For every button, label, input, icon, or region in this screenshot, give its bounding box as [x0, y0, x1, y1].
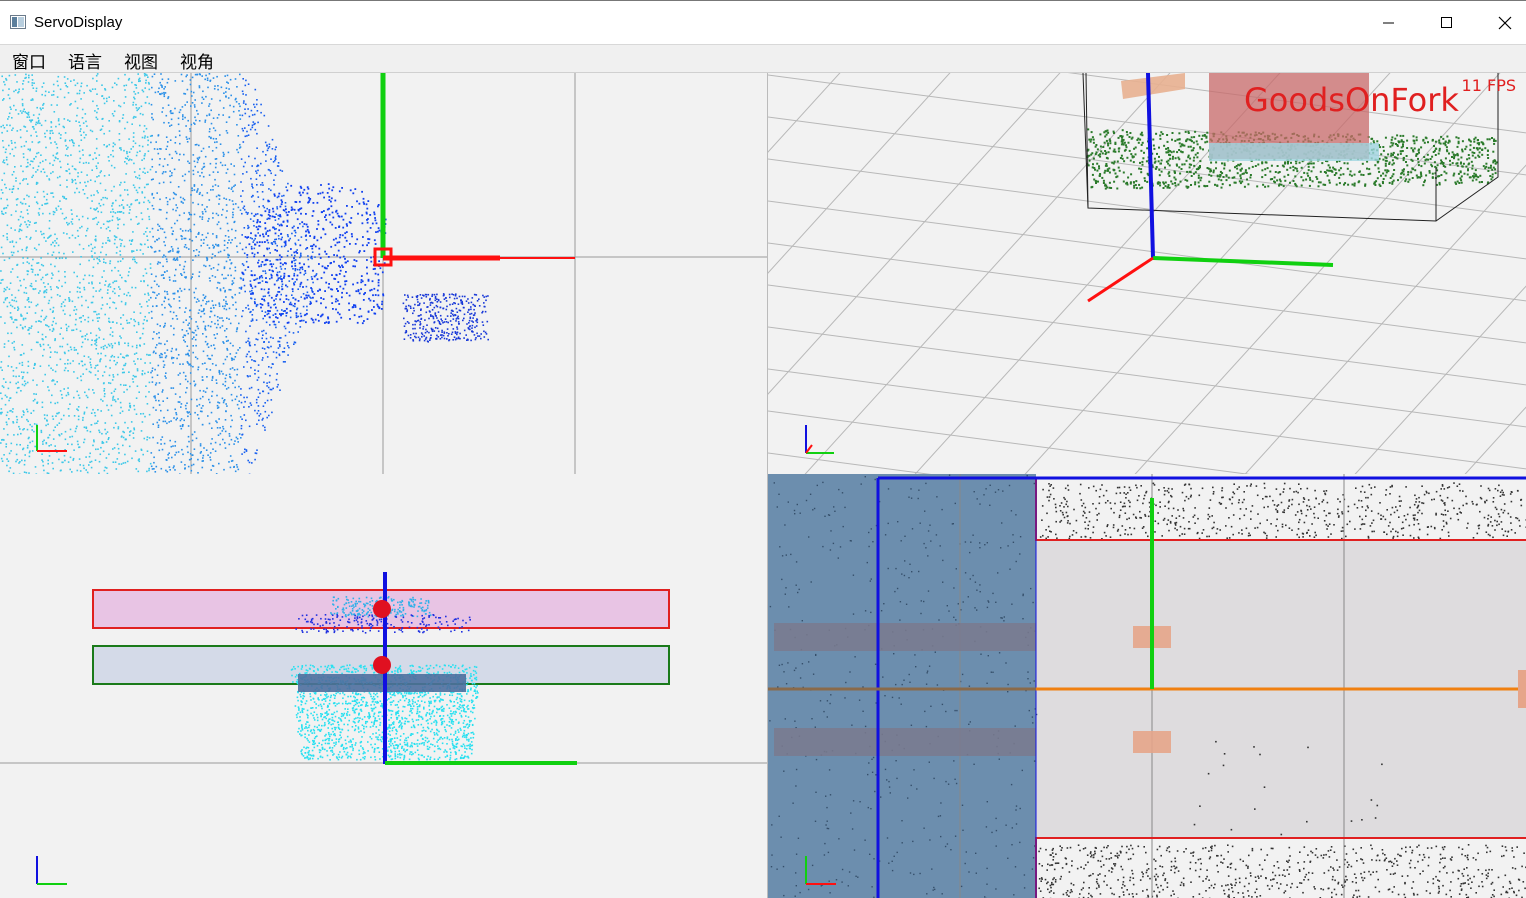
menu-language[interactable]: 语言 [68, 48, 102, 73]
fork-tine-lower [1133, 731, 1171, 753]
goods-on-fork-label: GoodsOnFork [1244, 81, 1459, 119]
corner-axes-top [36, 425, 67, 452]
front-view-canvas [0, 572, 767, 885]
close-button[interactable] [1476, 1, 1526, 45]
perspective-canvas [768, 73, 1526, 474]
point-cloud-top [0, 73, 489, 474]
top-view-canvas [0, 73, 767, 474]
title-bar: ServoDisplay [0, 0, 1526, 44]
maximize-button[interactable] [1418, 1, 1476, 45]
corner-axes-front [36, 856, 67, 885]
top-view-pane[interactable] [0, 73, 767, 474]
close-icon [1498, 16, 1512, 30]
fps-counter: 11 FPS [1461, 76, 1516, 95]
corner-axes-perspective [805, 425, 834, 454]
menu-view[interactable]: 视图 [124, 48, 158, 73]
menu-perspective[interactable]: 视角 [180, 48, 214, 73]
perspective-view-pane[interactable]: GoodsOnFork 11 FPS [767, 73, 1526, 474]
app-icon [10, 15, 26, 29]
side-view-canvas [768, 474, 1526, 898]
maximize-icon [1441, 17, 1452, 28]
side-view-pane[interactable] [767, 474, 1526, 898]
lower-target-marker [373, 656, 391, 674]
front-view-pane[interactable] [0, 474, 767, 898]
minimize-icon [1383, 22, 1394, 24]
upper-target-marker [373, 600, 391, 618]
minimize-button[interactable] [1360, 1, 1418, 45]
menu-bar: 窗口 语言 视图 视角 [0, 44, 1526, 73]
menu-window[interactable]: 窗口 [12, 48, 46, 73]
axis-indicator-top [373, 73, 575, 267]
window-title: ServoDisplay [34, 14, 123, 31]
